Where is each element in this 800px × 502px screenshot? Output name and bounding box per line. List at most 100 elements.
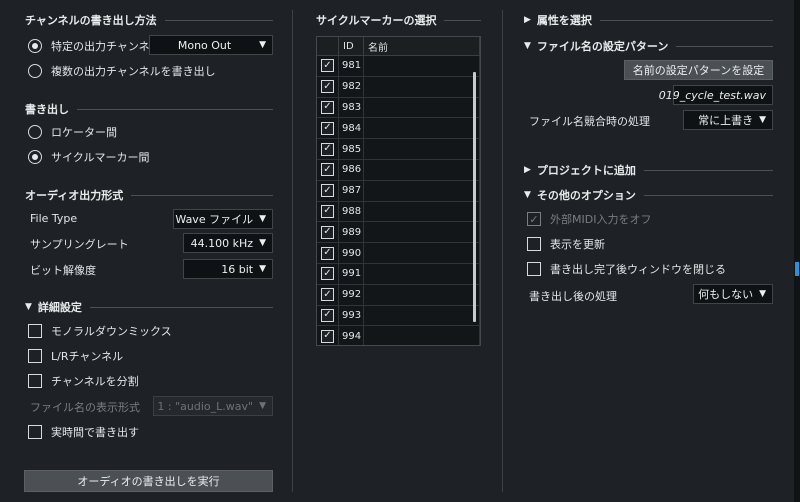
checkbox-checked-icon[interactable]: ✓ (321, 267, 334, 281)
collapse-arrow-icon[interactable]: ▶ (524, 165, 531, 175)
checkbox-checked-icon[interactable]: ✓ (321, 59, 334, 73)
checkbox-checked-icon[interactable]: ✓ (321, 100, 334, 114)
row-name[interactable] (364, 159, 480, 180)
row-name[interactable] (364, 118, 480, 139)
checkbox-checked-icon[interactable]: ✓ (321, 184, 334, 198)
table-row[interactable]: ✓ 991 (317, 263, 480, 285)
radio-cycle-markers[interactable]: サイクルマーカー間 (28, 149, 149, 165)
radio-multi-channel[interactable]: 複数の出力チャンネルを書き出し (28, 63, 216, 79)
row-name[interactable] (364, 56, 480, 76)
row-name[interactable] (364, 76, 480, 97)
checkbox-mono-downmix[interactable]: モノラルダウンミックス (28, 323, 172, 339)
table-row[interactable]: ✓ 987 (317, 180, 480, 202)
row-check-cell[interactable]: ✓ (317, 243, 339, 263)
row-check-cell[interactable]: ✓ (317, 326, 339, 345)
header-check-column[interactable] (317, 37, 339, 55)
table-row[interactable]: ✓ 983 (317, 97, 480, 119)
table-row[interactable]: ✓ 993 (317, 305, 480, 327)
table-row[interactable]: ✓ 982 (317, 76, 480, 98)
checkbox-checked-icon[interactable]: ✓ (321, 329, 334, 343)
table-scrollbar[interactable] (473, 72, 476, 322)
table-row[interactable]: ✓ 984 (317, 118, 480, 140)
row-name[interactable] (364, 243, 480, 263)
row-check-cell[interactable]: ✓ (317, 118, 339, 139)
row-check-cell[interactable]: ✓ (317, 159, 339, 180)
post-process-dropdown[interactable]: 何もしない ▼ (693, 284, 773, 304)
checkbox-icon[interactable] (527, 262, 541, 276)
table-row[interactable]: ✓ 981 (317, 56, 480, 77)
table-row[interactable]: ✓ 992 (317, 284, 480, 306)
row-name[interactable] (364, 201, 480, 222)
other-options-section-header[interactable]: ▼ その他のオプション (524, 187, 773, 203)
expand-arrow-icon[interactable]: ▼ (25, 302, 32, 312)
row-check-cell[interactable]: ✓ (317, 222, 339, 243)
bit-depth-dropdown[interactable]: 16 bit ▼ (183, 259, 273, 279)
table-row[interactable]: ✓ 988 (317, 201, 480, 223)
attribute-section-header[interactable]: ▶ 属性を選択 (524, 12, 773, 28)
table-row[interactable]: ✓ 986 (317, 159, 480, 181)
table-row[interactable]: ✓ 985 (317, 139, 480, 160)
sample-rate-dropdown[interactable]: 44.100 kHz ▼ (183, 233, 273, 253)
row-name[interactable] (364, 284, 480, 305)
checkbox-checked-icon[interactable]: ✓ (321, 121, 334, 135)
row-check-cell[interactable]: ✓ (317, 305, 339, 326)
file-type-dropdown[interactable]: Wave ファイル ▼ (173, 209, 273, 229)
expand-arrow-icon[interactable]: ▼ (524, 41, 531, 51)
radio-locator-range[interactable]: ロケーター間 (28, 124, 117, 140)
collapse-arrow-icon[interactable]: ▶ (524, 15, 531, 25)
checkbox-icon[interactable] (527, 237, 541, 251)
table-row[interactable]: ✓ 994 (317, 326, 480, 345)
checkbox-checked-icon[interactable]: ✓ (321, 204, 334, 218)
run-export-button[interactable]: オーディオの書き出しを実行 (24, 470, 273, 492)
row-name[interactable] (364, 180, 480, 201)
row-check-cell[interactable]: ✓ (317, 139, 339, 159)
checkbox-icon[interactable] (28, 425, 42, 439)
checkbox-realtime[interactable]: 実時間で書き出す (28, 424, 139, 440)
checkbox-refresh-display[interactable]: 表示を更新 (527, 236, 605, 252)
row-check-cell[interactable]: ✓ (317, 97, 339, 118)
radio-unselected-icon[interactable] (28, 125, 42, 139)
table-row[interactable]: ✓ 989 (317, 222, 480, 244)
row-name[interactable] (364, 263, 480, 284)
checkbox-close-window[interactable]: 書き出し完了後ウィンドウを閉じる (527, 261, 726, 277)
table-row[interactable]: ✓ 990 (317, 243, 480, 264)
checkbox-icon[interactable] (28, 324, 42, 338)
row-name[interactable] (364, 222, 480, 243)
project-section-header[interactable]: ▶ プロジェクトに追加 (524, 162, 773, 178)
checkbox-checked-icon[interactable]: ✓ (321, 225, 334, 239)
checkbox-split-channel[interactable]: チャンネルを分割 (28, 373, 139, 389)
filename-field[interactable]: 019_cycle_test.wav (659, 85, 773, 105)
radio-unselected-icon[interactable] (28, 64, 42, 78)
row-check-cell[interactable]: ✓ (317, 263, 339, 284)
row-check-cell[interactable]: ✓ (317, 76, 339, 97)
row-check-cell[interactable]: ✓ (317, 201, 339, 222)
filename-pattern-section-header[interactable]: ▼ ファイル名の設定パターン (524, 38, 773, 54)
row-name[interactable] (364, 326, 480, 345)
radio-specific-channel[interactable]: 特定の出力チャンネル. (28, 38, 164, 54)
radio-selected-icon[interactable] (28, 150, 42, 164)
checkbox-checked-icon[interactable]: ✓ (321, 142, 334, 156)
checkbox-checked-icon[interactable]: ✓ (321, 163, 334, 177)
conflict-dropdown[interactable]: 常に上書き ▼ (683, 110, 773, 130)
radio-selected-icon[interactable] (28, 39, 42, 53)
row-name[interactable] (364, 305, 480, 326)
row-check-cell[interactable]: ✓ (317, 284, 339, 305)
checkbox-lr-channel[interactable]: L/Rチャンネル (28, 348, 123, 364)
header-id[interactable]: ID (339, 37, 364, 55)
set-name-pattern-button[interactable]: 名前の設定パターンを設定 (624, 60, 773, 80)
row-name[interactable] (364, 97, 480, 118)
advanced-section-header[interactable]: ▼ 詳細設定 (25, 299, 273, 315)
row-check-cell[interactable]: ✓ (317, 180, 339, 201)
checkbox-checked-icon[interactable]: ✓ (321, 80, 334, 94)
cycle-marker-table[interactable]: ID 名前 ✓ 981 ✓ 982 ✓ 983 ✓ 984 ✓ 985 ✓ 986 ✓ 987 ✓ 988 ✓ 9… (316, 36, 481, 346)
checkbox-checked-icon[interactable]: ✓ (321, 308, 334, 322)
checkbox-icon[interactable] (28, 349, 42, 363)
checkbox-icon[interactable] (28, 374, 42, 388)
row-check-cell[interactable]: ✓ (317, 56, 339, 76)
checkbox-checked-icon[interactable]: ✓ (321, 288, 334, 302)
output-channel-dropdown[interactable]: Mono Out ▼ (149, 35, 273, 55)
header-name[interactable]: 名前 (364, 37, 480, 55)
expand-arrow-icon[interactable]: ▼ (524, 190, 531, 200)
row-name[interactable] (364, 139, 480, 159)
checkbox-checked-icon[interactable]: ✓ (321, 246, 334, 260)
